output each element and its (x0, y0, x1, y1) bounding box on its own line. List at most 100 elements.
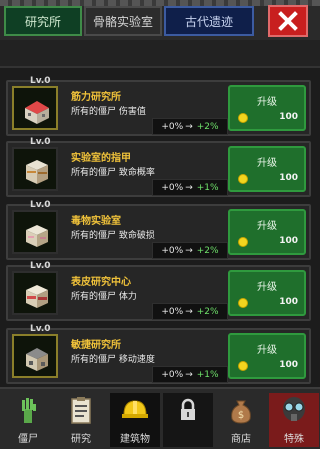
clipboard-icon (71, 397, 91, 424)
cost-value: 100 (279, 236, 298, 246)
upgrade-label: 升级 (257, 158, 277, 169)
research-name: 实验室的指甲 (71, 153, 131, 164)
arrow-right-icon: → (185, 369, 193, 380)
upgrade-button[interactable]: 升级 100 (228, 333, 306, 379)
cost-value: 100 (279, 297, 298, 307)
tab-bone-lab[interactable]: 骨骼实验室 (84, 6, 162, 36)
header-band (0, 40, 320, 68)
bonus-next: +2% (196, 245, 219, 256)
research-card: Lv.0 筋力研究所 所有的僵尸 伤害值 +0% → +2% 升级 100 (6, 76, 311, 136)
bottom-nav: 僵尸 研究 建筑物 $ 商店 特殊 (0, 387, 320, 449)
level-label: Lv.0 (30, 261, 51, 271)
bonus-next: +2% (196, 306, 219, 317)
upgrade-label: 升级 (257, 282, 277, 293)
agility-lab-icon (26, 348, 48, 371)
upgrade-cost: 100 (234, 297, 300, 310)
tab-label: 古代遗迹 (184, 14, 233, 29)
level-label: Lv.0 (30, 76, 51, 86)
upgrade-button[interactable]: 升级 100 (228, 85, 306, 131)
coin-icon (238, 298, 248, 308)
bonus-change: +0% → +2% (152, 303, 228, 320)
hardhat-icon (122, 400, 148, 418)
bonus-change: +0% → +2% (152, 118, 228, 135)
close-button[interactable] (268, 5, 308, 37)
coin-icon (238, 237, 248, 247)
nav-shop[interactable]: $ 商店 (216, 393, 266, 447)
coin-icon (238, 113, 248, 123)
research-desc: 所有的僵尸 致命概率 (71, 168, 155, 178)
lock-icon (181, 398, 195, 420)
upgrade-button[interactable]: 升级 100 (228, 146, 306, 192)
research-card: Lv.0 毒物实验室 所有的僵尸 致命破损 +0% → +2% 升级 100 (6, 200, 311, 260)
bonus-current: +0% (161, 369, 184, 380)
nail-lab-icon (26, 160, 48, 184)
building-thumbnail (12, 147, 58, 191)
upgrade-button[interactable]: 升级 100 (228, 270, 306, 316)
nav-special[interactable]: 特殊 (269, 393, 319, 447)
gas-mask-icon (283, 397, 305, 421)
arrow-right-icon: → (185, 245, 193, 256)
upgrade-cost: 100 (234, 360, 300, 373)
bonus-current: +0% (161, 182, 184, 193)
building-thumbnail (12, 334, 58, 378)
tab-label: 研究所 (24, 14, 61, 29)
research-desc: 所有的僵尸 移动速度 (71, 355, 155, 365)
upgrade-label: 升级 (257, 221, 277, 232)
bonus-current: +0% (161, 245, 184, 256)
building-thumbnail (12, 86, 58, 130)
nav-zombies[interactable]: 僵尸 (3, 393, 53, 447)
cost-value: 100 (279, 173, 298, 183)
coin-icon (238, 361, 248, 371)
upgrade-cost: 100 (234, 236, 300, 249)
research-card: Lv.0 表皮研究中心 所有的僵尸 体力 +0% → +2% 升级 100 (6, 261, 311, 321)
strength-lab-icon (25, 101, 49, 124)
research-name: 敏捷研究所 (71, 340, 121, 351)
top-tab-bar: 研究所 骨骼实验室 古代遗迹 (0, 0, 320, 40)
building-thumbnail (12, 210, 58, 254)
close-icon (278, 11, 298, 31)
svg-text:$: $ (238, 410, 244, 421)
bonus-current: +0% (161, 121, 184, 132)
nav-buildings[interactable]: 建筑物 (110, 393, 160, 447)
building-thumbnail (12, 271, 58, 315)
level-label: Lv.0 (30, 137, 51, 147)
research-desc: 所有的僵尸 致命破损 (71, 231, 155, 241)
research-name: 毒物实验室 (71, 216, 121, 227)
upgrade-label: 升级 (257, 345, 277, 356)
research-card: Lv.0 实验室的指甲 所有的僵尸 致命概率 +0% → +1% 升级 100 (6, 137, 311, 197)
bonus-change: +0% → +2% (152, 242, 228, 259)
tab-ancient-ruins[interactable]: 古代遗迹 (164, 6, 254, 36)
bonus-next: +2% (196, 121, 219, 132)
research-desc: 所有的僵尸 伤害值 (71, 107, 146, 117)
bonus-current: +0% (161, 306, 184, 317)
coin-icon (238, 174, 248, 184)
nav-label: 僵尸 (18, 434, 38, 445)
bonus-change: +0% → +1% (152, 366, 228, 383)
level-label: Lv.0 (30, 200, 51, 210)
nav-label: 建筑物 (120, 434, 150, 445)
bonus-change: +0% → +1% (152, 179, 228, 196)
upgrade-label: 升级 (257, 97, 277, 108)
nav-label: 特殊 (284, 434, 304, 445)
research-name: 筋力研究所 (71, 92, 121, 103)
upgrade-button[interactable]: 升级 100 (228, 209, 306, 255)
arrow-right-icon: → (185, 121, 193, 132)
zombie-hand-icon (22, 398, 36, 423)
research-card: Lv.0 敏捷研究所 所有的僵尸 移动速度 +0% → +1% 升级 100 (6, 324, 311, 384)
arrow-right-icon: → (185, 182, 193, 193)
nav-label: 研究 (71, 434, 91, 445)
nav-locked[interactable] (163, 393, 213, 447)
arrow-right-icon: → (185, 306, 193, 317)
tab-label: 骨骼实验室 (92, 14, 153, 29)
bonus-next: +1% (196, 182, 219, 193)
level-label: Lv.0 (30, 324, 51, 334)
upgrade-cost: 100 (234, 112, 300, 125)
money-bag-icon: $ (231, 400, 251, 424)
poison-lab-icon (26, 225, 48, 247)
nav-label: 商店 (231, 434, 251, 445)
research-name: 表皮研究中心 (71, 277, 131, 288)
skin-lab-icon (26, 285, 48, 308)
nav-research[interactable]: 研究 (56, 393, 106, 447)
research-screen: 研究所 骨骼实验室 古代遗迹 Lv.0 筋力研究所 所有的僵尸 伤害值 +0% … (0, 0, 320, 449)
tab-research[interactable]: 研究所 (4, 6, 82, 36)
